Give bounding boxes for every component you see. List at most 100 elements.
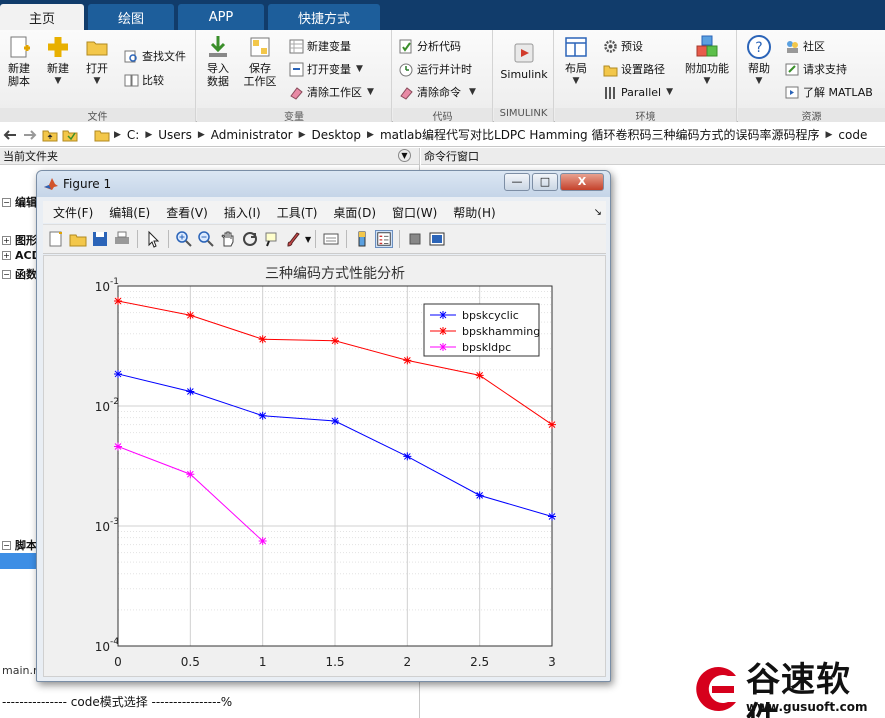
new-button[interactable]: 新建 ▼ xyxy=(39,34,77,88)
open-file-icon[interactable] xyxy=(69,230,87,248)
community-button[interactable]: 社区 xyxy=(785,36,825,56)
layout-icon xyxy=(565,37,587,57)
menu-window[interactable]: 窗口(W) xyxy=(392,204,437,221)
clear-commands-button[interactable]: 清除命令 ▼ xyxy=(399,82,476,102)
collapse-icon[interactable]: − xyxy=(2,540,11,550)
menu-help[interactable]: 帮助(H) xyxy=(453,204,495,221)
zoom-out-icon[interactable] xyxy=(197,230,215,248)
pan-hand-icon[interactable] xyxy=(219,230,237,248)
compare-icon xyxy=(124,74,139,86)
import-data-button[interactable]: 导入 数据 xyxy=(199,34,237,88)
analyze-code-button[interactable]: 分析代码 xyxy=(399,36,461,56)
breadcrumb-separator: ▶ xyxy=(298,129,306,140)
breadcrumb-code[interactable]: code xyxy=(838,128,867,142)
preferences-button[interactable]: 预设 xyxy=(603,36,643,56)
addons-button[interactable]: 附加功能 ▼ xyxy=(683,34,731,88)
link-plot-icon[interactable] xyxy=(322,230,340,248)
addons-label: 附加功能 xyxy=(685,62,729,75)
variable-group-label: 变量 xyxy=(197,108,391,123)
chevron-down-icon[interactable]: ▼ xyxy=(305,235,311,244)
find-files-button[interactable]: 查找文件 xyxy=(124,46,186,66)
find-files-icon xyxy=(124,50,137,62)
open-variable-button[interactable]: 打开变量 ▼ xyxy=(289,59,363,79)
expand-icon[interactable]: + xyxy=(2,235,11,245)
data-point-bpskldpc xyxy=(114,442,122,451)
tab-apps[interactable]: APP xyxy=(178,4,264,30)
hide-plot-tools-icon[interactable] xyxy=(406,230,424,248)
help-button[interactable]: ? 帮助 ▼ xyxy=(740,34,778,88)
tree-item-editor[interactable]: − 编辑 xyxy=(2,194,37,210)
tab-shortcuts[interactable]: 快捷方式 xyxy=(268,4,380,30)
breadcrumb-c-drive[interactable]: C: xyxy=(127,128,139,142)
tab-home[interactable]: 主页 xyxy=(0,4,84,30)
menu-file[interactable]: 文件(F) xyxy=(53,204,93,221)
minimize-button[interactable]: — xyxy=(504,173,530,191)
clear-workspace-button[interactable]: 清除工作区 ▼ xyxy=(289,82,374,102)
browse-folder-icon[interactable] xyxy=(62,127,78,143)
learn-matlab-label: 了解 MATLAB xyxy=(803,86,873,99)
learn-matlab-button[interactable]: 了解 MATLAB xyxy=(785,82,873,102)
tree-item-acd[interactable]: + ACD xyxy=(2,249,41,262)
tree-item-figures[interactable]: + 图形 xyxy=(2,232,37,248)
show-plot-tools-icon[interactable] xyxy=(428,230,446,248)
new-script-button[interactable]: 新建 脚本 xyxy=(0,34,38,88)
chart-title: 三种编码方式性能分析 xyxy=(265,266,405,282)
save-workspace-icon xyxy=(250,37,270,57)
tree-item-scripts[interactable]: − 脚本 xyxy=(2,537,37,553)
expand-icon[interactable]: + xyxy=(2,251,11,260)
open-variable-label: 打开变量 xyxy=(307,63,351,76)
rotate-3d-icon[interactable] xyxy=(241,230,259,248)
breadcrumb-project-folder[interactable]: matlab编程代写对比LDPC Hamming 循环卷积码三种编码方式的误码率… xyxy=(380,126,820,143)
menu-tools[interactable]: 工具(T) xyxy=(277,204,318,221)
close-button[interactable]: X xyxy=(560,173,604,191)
gusu-logo-icon xyxy=(696,667,736,711)
current-folder-title: 当前文件夹 xyxy=(3,150,58,163)
maximize-button[interactable]: □ xyxy=(532,173,558,191)
data-cursor-icon[interactable] xyxy=(263,230,281,248)
selected-row-highlight[interactable] xyxy=(0,553,40,569)
menu-edit[interactable]: 编辑(E) xyxy=(109,204,150,221)
brush-icon[interactable] xyxy=(285,230,303,248)
colorbar-icon[interactable] xyxy=(353,230,371,248)
compare-button[interactable]: 比较 xyxy=(124,70,164,90)
open-button[interactable]: 打开 ▼ xyxy=(78,34,116,88)
collapse-icon[interactable]: − xyxy=(2,197,11,207)
dock-arrow-icon[interactable]: ↘ xyxy=(594,207,602,218)
up-folder-icon[interactable] xyxy=(42,127,58,143)
back-arrow-icon[interactable] xyxy=(2,127,18,143)
new-figure-icon[interactable] xyxy=(47,230,65,248)
tree-item-functions[interactable]: − 函数 xyxy=(2,266,37,282)
collapse-icon[interactable]: − xyxy=(2,269,11,279)
figure-title-bar[interactable]: Figure 1 — □ X xyxy=(37,171,610,197)
simulink-button[interactable]: Simulink xyxy=(498,40,550,81)
chevron-down-icon: ▼ xyxy=(755,76,763,86)
zoom-in-icon[interactable] xyxy=(175,230,193,248)
set-path-button[interactable]: 设置路径 xyxy=(603,59,665,79)
new-variable-button[interactable]: 新建变量 xyxy=(289,36,351,56)
resources-group: ? 帮助 ▼ 社区 请求支持 了解 MATLAB 资源 xyxy=(738,30,885,123)
request-support-button[interactable]: 请求支持 xyxy=(785,59,847,79)
save-icon[interactable] xyxy=(91,230,109,248)
breadcrumb-desktop[interactable]: Desktop xyxy=(312,128,362,142)
layout-button[interactable]: 布局 ▼ xyxy=(557,34,595,88)
legend-icon[interactable] xyxy=(375,230,394,248)
set-path-label: 设置路径 xyxy=(621,63,665,76)
data-point-bpskcyclic xyxy=(475,491,484,500)
y-tick-label: 10 xyxy=(95,400,110,414)
parallel-button[interactable]: Parallel ▼ xyxy=(603,82,673,102)
run-and-time-button[interactable]: 运行并计时 xyxy=(399,59,472,79)
simulink-group: Simulink SIMULINK xyxy=(494,30,554,122)
menu-insert[interactable]: 插入(I) xyxy=(224,204,261,221)
menu-view[interactable]: 查看(V) xyxy=(166,204,208,221)
menu-desktop[interactable]: 桌面(D) xyxy=(333,204,376,221)
simulink-group-label: SIMULINK xyxy=(494,108,553,122)
clear-commands-label: 清除命令 xyxy=(417,86,461,99)
breadcrumb-administrator[interactable]: Administrator xyxy=(211,128,293,142)
print-icon[interactable] xyxy=(113,230,131,248)
panel-menu-icon[interactable]: ▼ xyxy=(398,149,411,162)
forward-arrow-icon[interactable] xyxy=(22,127,38,143)
tab-plots[interactable]: 绘图 xyxy=(88,4,174,30)
breadcrumb-users[interactable]: Users xyxy=(158,128,192,142)
save-workspace-button[interactable]: 保存 工作区 xyxy=(241,34,279,88)
pointer-icon[interactable] xyxy=(144,230,162,248)
